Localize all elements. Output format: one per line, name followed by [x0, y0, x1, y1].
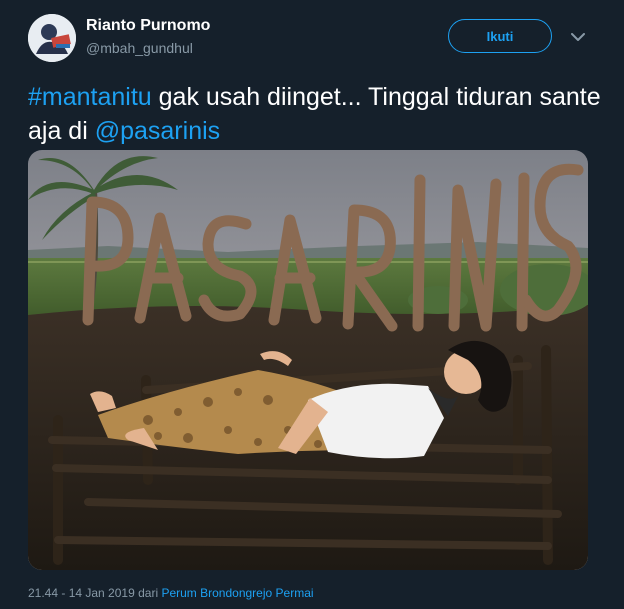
chevron-down-icon[interactable]: [568, 28, 588, 46]
hashtag-link[interactable]: #mantanitu: [28, 83, 152, 111]
tweet-meta: 21.44 - 14 Jan 2019 dari Perum Brondongr…: [28, 586, 314, 600]
location-prefix: dari: [134, 586, 162, 600]
follow-button[interactable]: Ikuti: [448, 19, 552, 53]
tweet-text: #mantanitu gak usah diinget... Tinggal t…: [28, 80, 603, 148]
tweet-photo[interactable]: [28, 150, 588, 570]
location-link[interactable]: Perum Brondongrejo Permai: [161, 586, 313, 600]
display-name[interactable]: Rianto Purnomo: [86, 17, 210, 35]
tweet-card: Rianto Purnomo @mbah_gundhul Ikuti #mant…: [0, 0, 624, 609]
mention-link[interactable]: @pasarinis: [95, 117, 220, 145]
avatar[interactable]: [28, 14, 76, 62]
timestamp-link[interactable]: 21.44 - 14 Jan 2019: [28, 586, 135, 600]
user-handle[interactable]: @mbah_gundhul: [86, 40, 193, 56]
